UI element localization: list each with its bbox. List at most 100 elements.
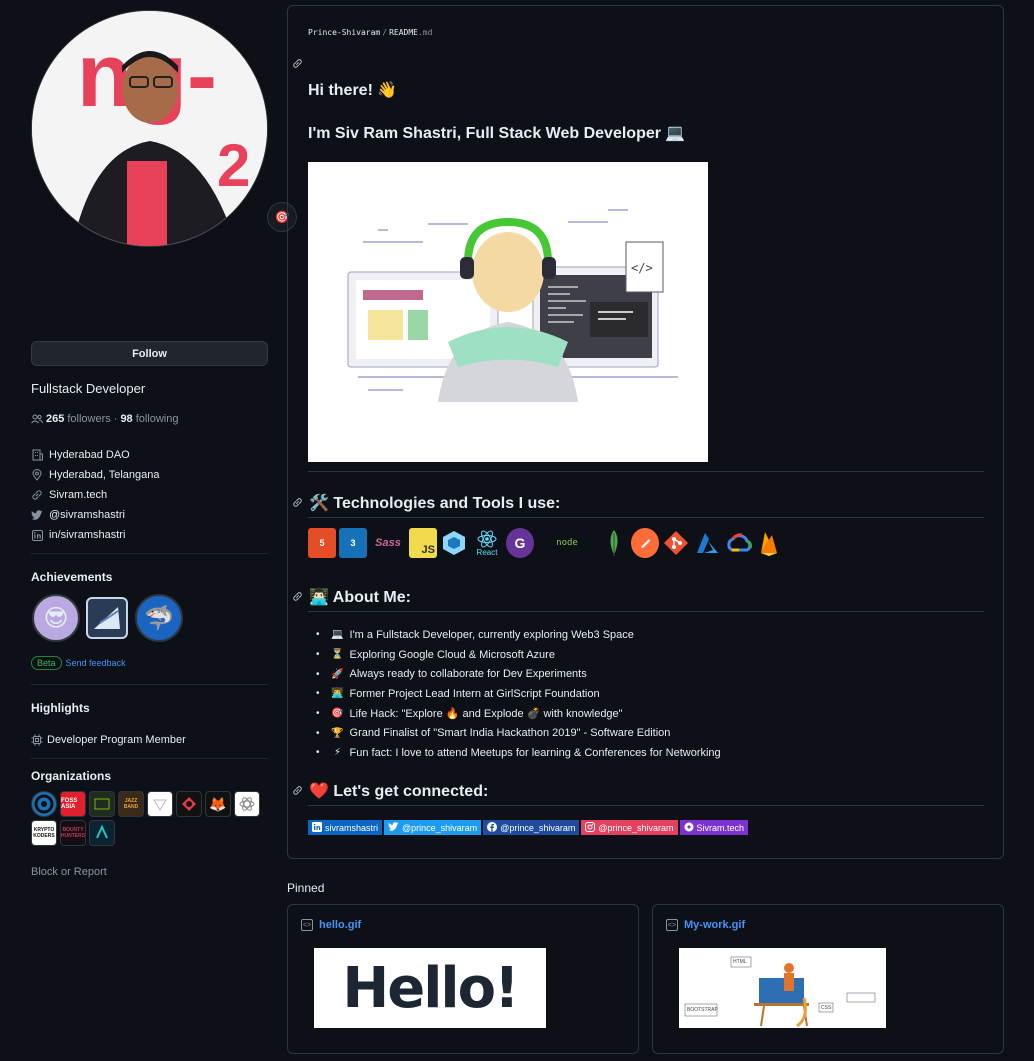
item-emoji: ⏳ (331, 649, 344, 661)
pinned-card[interactable]: <> My-work.gif BOOTSTRAP HTML CSS (652, 904, 1004, 1054)
detail-text[interactable]: @sivramshastri (49, 509, 125, 521)
badge-text[interactable]: @prince_shivaram (402, 823, 477, 833)
work-preview: BOOTSTRAP HTML CSS (679, 948, 886, 1028)
avatar[interactable]: ng- 2 (31, 10, 268, 247)
org-avatar[interactable] (234, 791, 260, 817)
anchor-link-icon[interactable] (292, 58, 303, 72)
item-text: Life Hack: "Explore 🔥 and Explode 💣 with… (349, 708, 623, 721)
sass-icon: Sass (375, 537, 401, 549)
organizations-list: FOSS ASIA JAZZ BAND 🦊 KRYPTO KODERS BOUN… (31, 791, 268, 846)
pinned-card-name[interactable]: My-work.gif (684, 919, 745, 931)
readme-file[interactable]: README (389, 28, 418, 37)
org-avatar[interactable]: FOSS ASIA (60, 791, 86, 817)
twitter-badge[interactable]: @prince_shivaram (384, 820, 482, 835)
hello-preview-text: Hello! (342, 955, 519, 1021)
gatsby-icon: G (506, 528, 534, 558)
list-item: 👨‍💻 Former Project Lead Intern at GirlScr… (316, 684, 721, 704)
item-text: Former Project Lead Intern at GirlScript… (349, 687, 600, 700)
linkedin-icon (312, 821, 322, 834)
detail-website[interactable]: Sivram.tech (31, 485, 160, 505)
achievement-badge-arctic[interactable] (86, 597, 128, 639)
facebook-icon (487, 821, 498, 834)
org-avatar[interactable] (31, 791, 57, 817)
hello-preview: Hello! (314, 948, 546, 1028)
anchor-link-icon[interactable] (292, 497, 303, 511)
org-avatar[interactable]: KRYPTO KODERS (31, 820, 57, 846)
anchor-link-icon[interactable] (292, 785, 303, 799)
twitter-icon (31, 509, 43, 521)
azure-icon (693, 528, 721, 558)
list-item: 🚀 Always ready to collaborate for Dev Exp… (316, 664, 721, 684)
org-avatar[interactable] (89, 791, 115, 817)
follow-button[interactable]: Follow (31, 341, 268, 366)
item-emoji: 👨‍💻 (331, 688, 344, 700)
item-emoji: 🎯 (331, 708, 344, 720)
followers-label[interactable]: followers (67, 413, 110, 425)
preview-label: CSS (821, 1005, 832, 1011)
divider (308, 471, 984, 472)
tech-heading: 🛠️ Technologies and Tools I use: (309, 495, 561, 512)
detail-twitter[interactable]: @sivramshastri (31, 505, 160, 525)
divider (31, 684, 268, 685)
stats-separator: · (113, 413, 118, 425)
org-avatar[interactable]: JAZZ BAND (118, 791, 144, 817)
website-badge[interactable]: Sivram.tech (679, 820, 749, 835)
highlight-developer-program[interactable]: Developer Program Member (31, 734, 186, 746)
divider (308, 611, 984, 612)
item-text: Grand Finalist of "Smart India Hackathon… (349, 727, 671, 740)
code-square-icon: <> (666, 919, 678, 931)
org-avatar[interactable]: 🦊 (205, 791, 231, 817)
facebook-badge[interactable]: @prince_shivaram (483, 820, 580, 835)
following-count[interactable]: 98 (120, 413, 132, 425)
detail-text[interactable]: in/sivramshastri (49, 529, 125, 541)
divider (308, 805, 984, 806)
beta-label: Beta (31, 656, 62, 670)
org-avatar[interactable] (147, 791, 173, 817)
block-or-report-link[interactable]: Block or Report (31, 866, 107, 878)
achievement-badge-yolo[interactable]: 😎 (32, 594, 80, 642)
highlight-text[interactable]: Developer Program Member (47, 734, 186, 746)
readme-owner[interactable]: Prince-Shivaram (308, 28, 380, 37)
achievements-title: Achievements (31, 570, 113, 584)
detail-text: Hyderabad, Telangana (49, 469, 160, 481)
linkedin-badge[interactable]: sivramshastri (308, 820, 383, 835)
follow-stats: 265 followers · 98 following (31, 413, 179, 425)
git-icon (662, 528, 690, 558)
org-avatar[interactable]: BOUNTY HUNTERS (60, 820, 86, 846)
profile-bio: Fullstack Developer (31, 381, 146, 396)
followers-count[interactable]: 265 (46, 413, 64, 425)
achievement-badge-shark[interactable]: 🦈 (135, 594, 183, 642)
divider (308, 517, 984, 518)
list-item: 🎯 Life Hack: "Explore 🔥 and Explode 💣 wit… (316, 704, 721, 724)
following-label[interactable]: following (136, 413, 179, 425)
readme-greeting: Hi there! 👋 (308, 82, 398, 99)
item-emoji: 🚀 (331, 668, 344, 680)
code-square-icon: <> (301, 919, 313, 931)
pinned-title: Pinned (287, 881, 325, 895)
pinned-card-header: <> hello.gif (301, 919, 361, 931)
org-avatar[interactable] (176, 791, 202, 817)
detail-text[interactable]: Sivram.tech (49, 489, 107, 501)
badge-text[interactable]: sivramshastri (325, 823, 378, 833)
social-badges: sivramshastri @prince_shivaram @prince_s… (308, 820, 749, 835)
divider (31, 758, 268, 759)
list-item: ⏳ Exploring Google Cloud & Microsoft Azur… (316, 645, 721, 665)
badge-text[interactable]: @prince_shivaram (598, 823, 673, 833)
anchor-link-icon[interactable] (292, 591, 303, 605)
badge-text[interactable]: Sivram.tech (697, 823, 745, 833)
send-feedback-link[interactable]: Send feedback (66, 658, 126, 668)
pinned-card[interactable]: <> hello.gif Hello! (287, 904, 639, 1054)
svg-text:2: 2 (217, 132, 250, 199)
pinned-card-name[interactable]: hello.gif (319, 919, 361, 931)
detail-linkedin[interactable]: in/sivramshastri (31, 525, 160, 545)
readme-ext: .md (417, 28, 433, 37)
badge-text[interactable]: @prince_shivaram (500, 823, 575, 833)
instagram-icon (585, 821, 596, 834)
org-avatar[interactable] (89, 820, 115, 846)
item-emoji: ⚡ (334, 747, 342, 759)
firebase-icon (755, 528, 783, 558)
item-emoji: 🏆 (331, 727, 344, 739)
list-item: 🏆 Grand Finalist of "Smart India Hackatho… (316, 723, 721, 743)
list-item: ⚡ Fun fact: I love to attend Meetups for … (316, 743, 721, 763)
instagram-badge[interactable]: @prince_shivaram (581, 820, 678, 835)
